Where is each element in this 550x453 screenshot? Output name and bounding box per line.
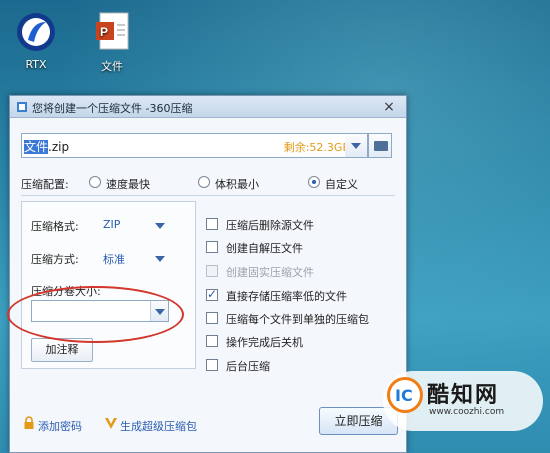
checkbox-store-low-ratio[interactable] — [206, 287, 218, 301]
option-background-label[interactable]: 后台压缩 — [226, 358, 270, 374]
option-self-extract-label[interactable]: 创建自解压文件 — [226, 240, 303, 256]
option-shutdown-after-label[interactable]: 操作完成后关机 — [226, 334, 303, 350]
checkbox-shutdown-after[interactable] — [206, 335, 218, 347]
title-bar[interactable]: 您将创建一个压缩文件 -360压缩 × — [10, 96, 406, 118]
file-extension: .zip — [48, 140, 70, 154]
folder-icon — [374, 141, 388, 151]
close-button[interactable]: × — [380, 98, 398, 116]
radio-fastest[interactable] — [89, 176, 101, 188]
config-label: 压缩配置: — [21, 178, 69, 191]
checkbox-each-file-separate[interactable] — [206, 312, 218, 324]
option-store-low-ratio-label[interactable]: 直接存储压缩率低的文件 — [226, 288, 347, 304]
desktop-icon-rtx[interactable]: RTX — [4, 10, 68, 71]
desktop-icon-label: 文件 — [101, 60, 123, 73]
powerpoint-file-icon: P — [90, 10, 134, 54]
file-name-text: 文件.zip — [24, 138, 69, 155]
option-delete-source-label[interactable]: 压缩后删除源文件 — [226, 217, 314, 233]
watermark-logo-text: IC — [395, 386, 413, 405]
lock-icon — [22, 416, 36, 430]
add-password-link[interactable]: 添加密码 — [38, 418, 82, 434]
checkbox-background[interactable] — [206, 359, 218, 371]
checkbox-solid-archive — [206, 265, 218, 277]
compress-dialog: 您将创建一个压缩文件 -360压缩 × 文件.zip 剩余:52.3GB 压缩配… — [9, 95, 407, 453]
desktop-icon-label: RTX — [25, 58, 47, 71]
file-name-input[interactable]: 文件.zip 剩余:52.3GB — [21, 133, 357, 158]
window-title: 您将创建一个压缩文件 -360压缩 — [32, 102, 193, 115]
desktop-icon-file[interactable]: P 文件 — [80, 10, 144, 74]
method-label: 压缩方式: — [31, 253, 79, 266]
radio-smallest[interactable] — [198, 176, 210, 188]
divider — [21, 195, 395, 196]
format-select[interactable]: ZIP — [103, 218, 120, 231]
method-select[interactable]: 标准 — [103, 251, 125, 267]
highlight-annotation-oval — [7, 286, 184, 343]
browse-folder-button[interactable] — [368, 133, 392, 158]
chevron-down-icon[interactable] — [155, 223, 165, 229]
rtx-icon — [14, 10, 58, 54]
coozhi-logo-icon: IC — [387, 377, 423, 413]
watermark-url: www.coozhi.com — [429, 407, 505, 417]
watermark-site-name: 酷知网 — [427, 383, 500, 408]
radio-custom[interactable] — [308, 176, 320, 188]
format-panel: 压缩格式: ZIP 压缩方式: 标准 压缩分卷大小: 加注释 — [21, 201, 196, 369]
chevron-down-icon[interactable] — [155, 256, 165, 262]
option-solid-archive-label: 创建固实压缩文件 — [226, 266, 314, 279]
radio-smallest-label[interactable]: 体积最小 — [215, 176, 259, 192]
option-each-file-separate-label[interactable]: 压缩每个文件到单独的压缩包 — [226, 311, 369, 327]
compression-config-row: 压缩配置: 速度最快 体积最小 自定义 — [21, 175, 391, 191]
file-name-selection: 文件 — [24, 140, 49, 154]
svg-text:P: P — [100, 25, 108, 39]
path-dropdown-button[interactable] — [345, 133, 368, 158]
super-compress-link[interactable]: 生成超级压缩包 — [120, 418, 197, 434]
watermark: IC 酷知网 www.coozhi.com — [383, 371, 543, 431]
checkbox-self-extract[interactable] — [206, 241, 218, 253]
radio-fastest-label[interactable]: 速度最快 — [106, 176, 150, 192]
v-check-icon — [104, 416, 118, 430]
chevron-down-icon — [351, 143, 361, 149]
radio-custom-label[interactable]: 自定义 — [325, 176, 358, 192]
checkbox-delete-source[interactable] — [206, 218, 218, 230]
format-label: 压缩格式: — [31, 220, 79, 233]
free-space-label: 剩余:52.3GB — [283, 141, 350, 154]
app-icon — [16, 101, 28, 113]
